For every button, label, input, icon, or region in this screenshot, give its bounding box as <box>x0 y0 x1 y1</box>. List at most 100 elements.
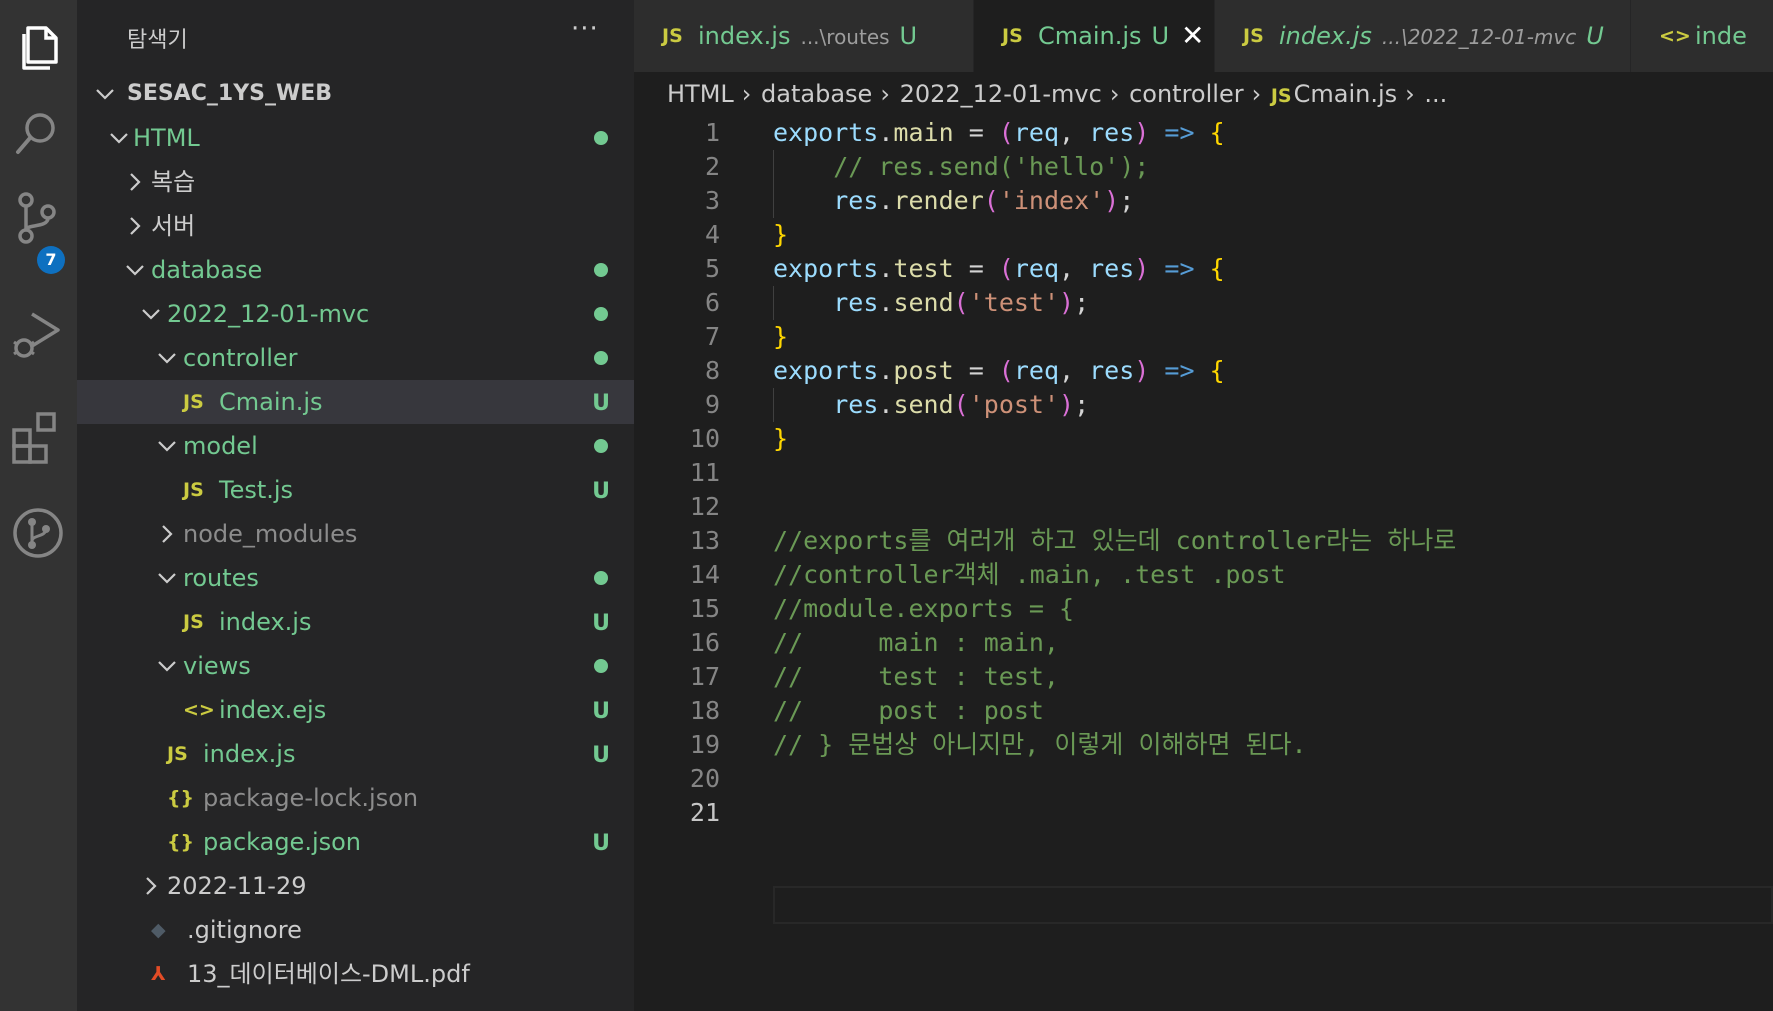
tab-label: index.js ...\routes U <box>698 22 918 50</box>
chevron-right-icon <box>141 864 161 908</box>
breadcrumb-item[interactable]: HTML <box>667 80 734 108</box>
tree-file[interactable]: <> index.ejs U <box>77 688 634 732</box>
run-debug-icon[interactable] <box>10 308 66 364</box>
code-line[interactable]: 16 // main : main, <box>634 624 1773 662</box>
tab-mvc-index[interactable]: JS index.js ...\2022_12-01-mvc U <box>1215 0 1631 72</box>
extensions-icon[interactable] <box>10 408 66 464</box>
chevron-down-icon <box>157 644 177 688</box>
chevron-down-icon <box>141 292 161 336</box>
tree-folder[interactable]: 2022_12-01-mvc <box>77 292 634 336</box>
code-line[interactable]: 7} <box>634 318 1773 356</box>
tree-folder[interactable]: 2022-11-29 <box>77 864 634 908</box>
line-number: 17 <box>689 662 720 691</box>
code-line[interactable]: 4} <box>634 216 1773 254</box>
tree-item-label: database <box>151 256 263 284</box>
chevron-right-icon <box>157 512 177 556</box>
tree-file[interactable]: JS Cmain.js U <box>77 380 634 424</box>
tree-item-label: 2022-11-29 <box>167 872 307 900</box>
code-line[interactable]: 15 //module.exports = { <box>634 590 1773 628</box>
code-line[interactable]: 2 // res.send('hello'); <box>634 148 1773 186</box>
current-line-highlight <box>773 886 1773 924</box>
source-control-icon[interactable] <box>10 190 66 246</box>
git-file-icon: ◆ <box>151 919 166 941</box>
code-line[interactable]: 3 res.render('index'); <box>634 182 1773 220</box>
tree-file[interactable]: {} package.json U <box>77 820 634 864</box>
line-number: 3 <box>704 186 720 215</box>
tree-file[interactable]: JS index.js U <box>77 600 634 644</box>
js-file-icon: JS <box>1002 25 1023 47</box>
explorer-root[interactable]: SESAC_1YS_WEB <box>77 72 634 116</box>
explorer-icon[interactable] <box>10 18 66 74</box>
code-line[interactable]: 5 exports.test = (req, res) => { <box>634 250 1773 288</box>
line-number: 8 <box>704 356 720 385</box>
code-line[interactable]: 11 <box>634 454 1773 492</box>
tab-cmain[interactable]: JS Cmain.js U ✕ <box>974 0 1215 72</box>
close-icon[interactable]: ✕ <box>1181 0 1204 72</box>
code-line[interactable]: 21 <box>634 794 1773 832</box>
tree-folder[interactable]: 서버 <box>77 204 634 248</box>
tree-file[interactable]: ◆ .gitignore <box>77 908 634 952</box>
tree-item-label: Cmain.js <box>219 388 323 416</box>
chevron-down-icon <box>157 336 177 380</box>
tree-file[interactable]: {} package-lock.json <box>77 776 634 820</box>
code-text: res.send('post'); <box>833 390 1090 419</box>
tree-folder[interactable]: routes <box>77 556 634 600</box>
chevron-right-icon: › <box>880 80 890 108</box>
code-line[interactable]: 8 exports.post = (req, res) => { <box>634 352 1773 390</box>
line-number: 4 <box>704 220 720 249</box>
pdf-file-icon: ⅄ <box>151 963 166 985</box>
tree-item-label: 서버 <box>151 212 196 240</box>
chevron-right-icon: › <box>1251 80 1262 108</box>
breadcrumb-file[interactable]: Cmain.js <box>1294 80 1398 108</box>
js-file-icon: JS <box>183 391 204 413</box>
tree-item-label: package-lock.json <box>203 784 419 812</box>
js-file-icon: JS <box>183 611 204 633</box>
code-line[interactable]: 19 // } 문법상 아니지만, 이렇게 이해하면 된다. <box>634 726 1773 764</box>
json-file-icon: {} <box>167 831 195 853</box>
code-line[interactable]: 17 // test : test, <box>634 658 1773 696</box>
code-line[interactable]: 6 res.send('test'); <box>634 284 1773 322</box>
tree-file[interactable]: JS Test.js U <box>77 468 634 512</box>
tree-file[interactable]: JS index.js U <box>77 732 634 776</box>
code-line[interactable]: 12 <box>634 488 1773 526</box>
tab-routes-index[interactable]: JS index.js ...\routes U <box>634 0 974 72</box>
breadcrumb-item[interactable]: controller <box>1129 80 1244 108</box>
modified-dot <box>586 336 616 380</box>
tree-item-label: 2022_12-01-mvc <box>167 300 370 328</box>
code-line[interactable]: 20 <box>634 760 1773 798</box>
scm-badge: 7 <box>37 246 65 274</box>
breadcrumb-item[interactable]: 2022_12-01-mvc <box>900 80 1102 108</box>
code-line[interactable]: 13 //exports를 여러개 하고 있는데 controller라는 하나로 <box>634 522 1773 560</box>
tree-file[interactable]: ⅄ 13_데이터베이스-DML.pdf <box>77 952 634 996</box>
code-editor[interactable]: 1 exports.main = (req, res) => {2 // res.… <box>634 116 1773 1011</box>
editor-tabbar: JS index.js ...\routes U JS Cmain.js U ✕ JS… <box>634 0 1773 72</box>
tree-folder[interactable]: node_modules <box>77 512 634 556</box>
code-text: //module.exports = { <box>773 594 1075 623</box>
tree-folder[interactable]: model <box>77 424 634 468</box>
tab-label: Cmain.js U <box>1038 22 1170 50</box>
code-line[interactable]: 1 exports.main = (req, res) => { <box>634 114 1773 152</box>
explorer-sidebar: 탐색기 ··· SESAC_1YS_WEB HTML 복습 서버 database 20… <box>77 0 634 1011</box>
tree-folder[interactable]: 복습 <box>77 160 634 204</box>
code-text: //controller객체 .main, .test .post <box>773 560 1286 589</box>
git-graph-icon[interactable] <box>10 505 66 561</box>
code-line[interactable]: 14 //controller객체 .main, .test .post <box>634 556 1773 594</box>
code-text: } <box>773 424 789 453</box>
code-line[interactable]: 18 // post : post <box>634 692 1773 730</box>
tree-folder[interactable]: views <box>77 644 634 688</box>
modified-dot <box>586 644 616 688</box>
tree-item-label: 13_데이터베이스-DML.pdf <box>187 960 470 988</box>
code-line[interactable]: 9 res.send('post'); <box>634 386 1773 424</box>
js-file-icon: JS <box>183 479 204 501</box>
more-actions-button[interactable]: ··· <box>571 14 599 44</box>
breadcrumb-item[interactable]: database <box>761 80 872 108</box>
tree-folder[interactable]: HTML <box>77 116 634 160</box>
tab-index-ejs[interactable]: <> inde <box>1631 0 1773 72</box>
breadcrumb-symbols[interactable]: ... <box>1424 80 1447 108</box>
tab-label: index.js ...\2022_12-01-mvc U <box>1279 22 1604 50</box>
untracked-status: U <box>592 479 610 504</box>
tree-folder[interactable]: database <box>77 248 634 292</box>
tree-folder[interactable]: controller <box>77 336 634 380</box>
code-line[interactable]: 10} <box>634 420 1773 458</box>
search-icon[interactable] <box>10 106 66 162</box>
